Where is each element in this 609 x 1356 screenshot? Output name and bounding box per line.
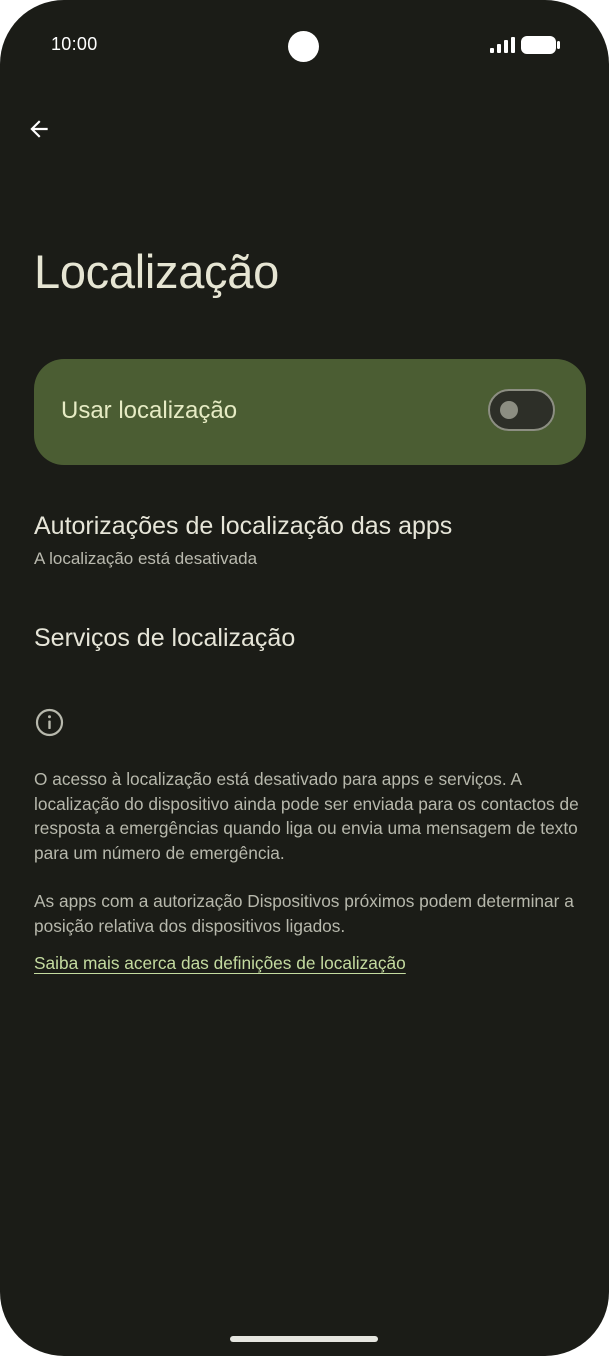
- camera-cutout: [288, 31, 319, 62]
- phone-screen: 10:00 Localização Usar localização Autor…: [0, 0, 609, 1356]
- status-time: 10:00: [51, 34, 98, 54]
- app-location-permissions-item[interactable]: Autorizações de localização das apps A l…: [34, 512, 574, 569]
- footer-paragraph-2: As apps com a autorização Dispositivos p…: [34, 891, 574, 936]
- back-button[interactable]: [22, 112, 56, 146]
- pref-title: Serviços de localização: [34, 624, 296, 652]
- arrow-left-icon: [30, 120, 48, 138]
- pref-summary: A localização está desativada: [34, 549, 258, 568]
- home-indicator[interactable]: [230, 1336, 378, 1342]
- pref-title: Autorizações de localização das apps: [34, 512, 453, 540]
- location-services-item[interactable]: Serviços de localização: [34, 624, 574, 653]
- toggle-thumb: [500, 401, 518, 419]
- learn-more-link[interactable]: Saiba mais acerca das definições de loca…: [34, 953, 406, 974]
- page-title: Localização: [34, 245, 279, 298]
- battery-icon: [521, 36, 560, 54]
- footer-paragraph-1: O acesso à localização está desativado p…: [34, 769, 579, 863]
- info-icon: [35, 708, 64, 737]
- use-location-label: Usar localização: [61, 397, 238, 424]
- use-location-switch-bar[interactable]: Usar localização: [34, 359, 586, 465]
- signal-icon: [490, 37, 515, 53]
- use-location-toggle[interactable]: [488, 389, 555, 431]
